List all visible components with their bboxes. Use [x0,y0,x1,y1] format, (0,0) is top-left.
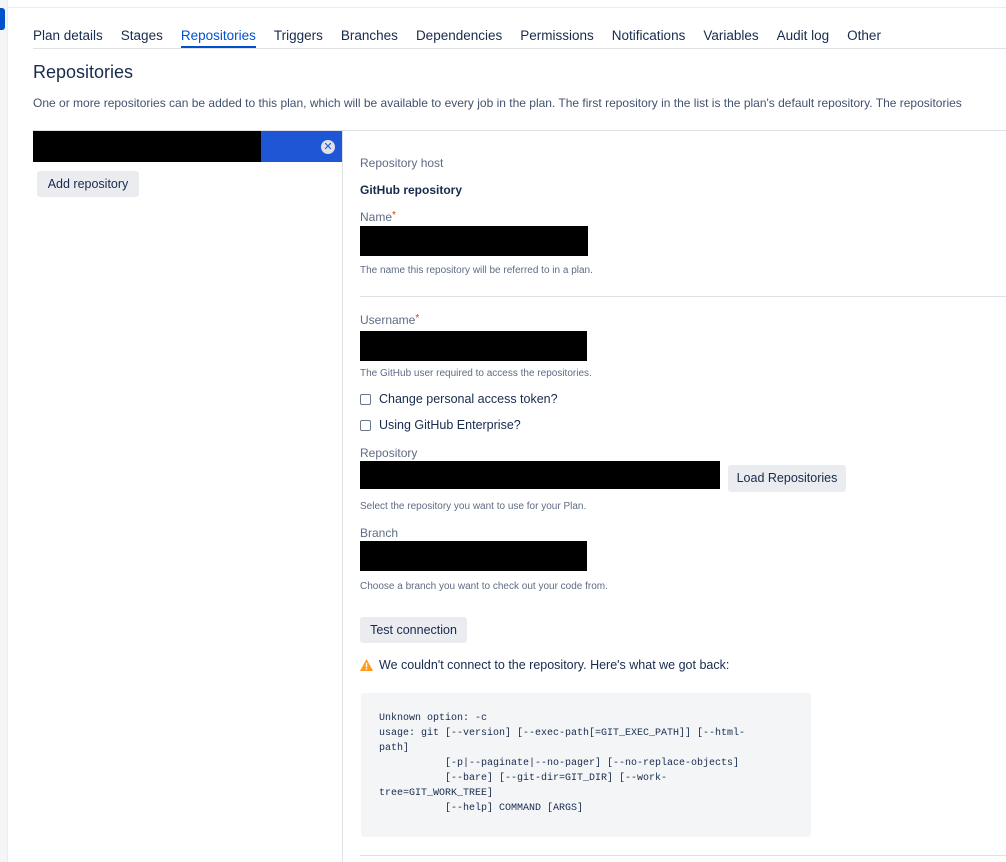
name-input[interactable] [360,226,588,256]
branch-label: Branch [360,526,399,540]
redacted-repository-name [33,131,261,162]
required-marker: * [392,210,396,221]
error-output-text: Unknown option: -c usage: git [--version… [379,713,746,814]
load-repositories-button[interactable]: Load Repositories [728,465,846,492]
repository-host-value: GitHub repository [360,183,463,197]
change-token-label: Change personal access token? [379,392,558,406]
branch-help-text: Choose a branch you want to check out yo… [360,581,608,592]
sidebar-toggle[interactable] [0,8,5,30]
page-description: One or more repositories can be added to… [33,96,962,110]
repository-help-text: Select the repository you want to use fo… [360,501,587,512]
remove-repository-icon[interactable]: ✕ [321,140,335,154]
page-title: Repositories [33,62,134,82]
username-input[interactable] [360,331,587,361]
section-divider [360,855,1006,856]
tab-dependencies[interactable]: Dependencies [416,26,502,48]
username-label-text: Username [360,313,416,327]
plan-config-tabs: Plan details Stages Repositories Trigger… [33,26,1006,49]
username-help-text: The GitHub user required to access the r… [360,368,592,379]
repository-list-item-selected[interactable]: ✕ [33,131,342,162]
tab-other[interactable]: Other [847,26,881,48]
enterprise-checkbox[interactable] [360,419,371,431]
connection-warning: We couldn't connect to the repository. H… [360,658,729,672]
tab-audit-log[interactable]: Audit log [777,26,830,48]
tab-triggers[interactable]: Triggers [274,26,323,48]
name-help-text: The name this repository will be referre… [360,265,593,276]
enterprise-option[interactable]: Using GitHub Enterprise? [360,418,521,432]
tab-repositories[interactable]: Repositories [180,26,256,48]
repository-select[interactable] [360,461,720,489]
warning-icon [360,659,373,671]
left-edge-panel [0,0,8,862]
add-repository-button[interactable]: Add repository [37,171,139,197]
name-label: Name* [360,210,396,224]
tab-stages[interactable]: Stages [121,26,163,48]
error-output-box: Unknown option: -c usage: git [--version… [361,693,811,837]
enterprise-label: Using GitHub Enterprise? [379,418,521,432]
repository-label: Repository [360,446,418,460]
tab-plan-details[interactable]: Plan details [33,26,103,48]
section-divider [360,296,1006,297]
repository-host-label: Repository host [360,156,444,170]
test-connection-button[interactable]: Test connection [360,617,467,643]
column-divider [342,131,343,862]
branch-select[interactable] [360,541,587,571]
required-marker: * [415,313,420,324]
top-bar [8,0,1006,8]
tab-branches[interactable]: Branches [341,26,398,48]
name-label-text: Name [360,210,393,224]
tab-variables[interactable]: Variables [703,26,758,48]
tab-notifications[interactable]: Notifications [612,26,686,48]
change-token-option[interactable]: Change personal access token? [360,392,558,406]
username-label: Username* [360,313,419,327]
change-token-checkbox[interactable] [360,393,371,405]
warning-text: We couldn't connect to the repository. H… [379,658,730,672]
tab-permissions[interactable]: Permissions [520,26,594,48]
